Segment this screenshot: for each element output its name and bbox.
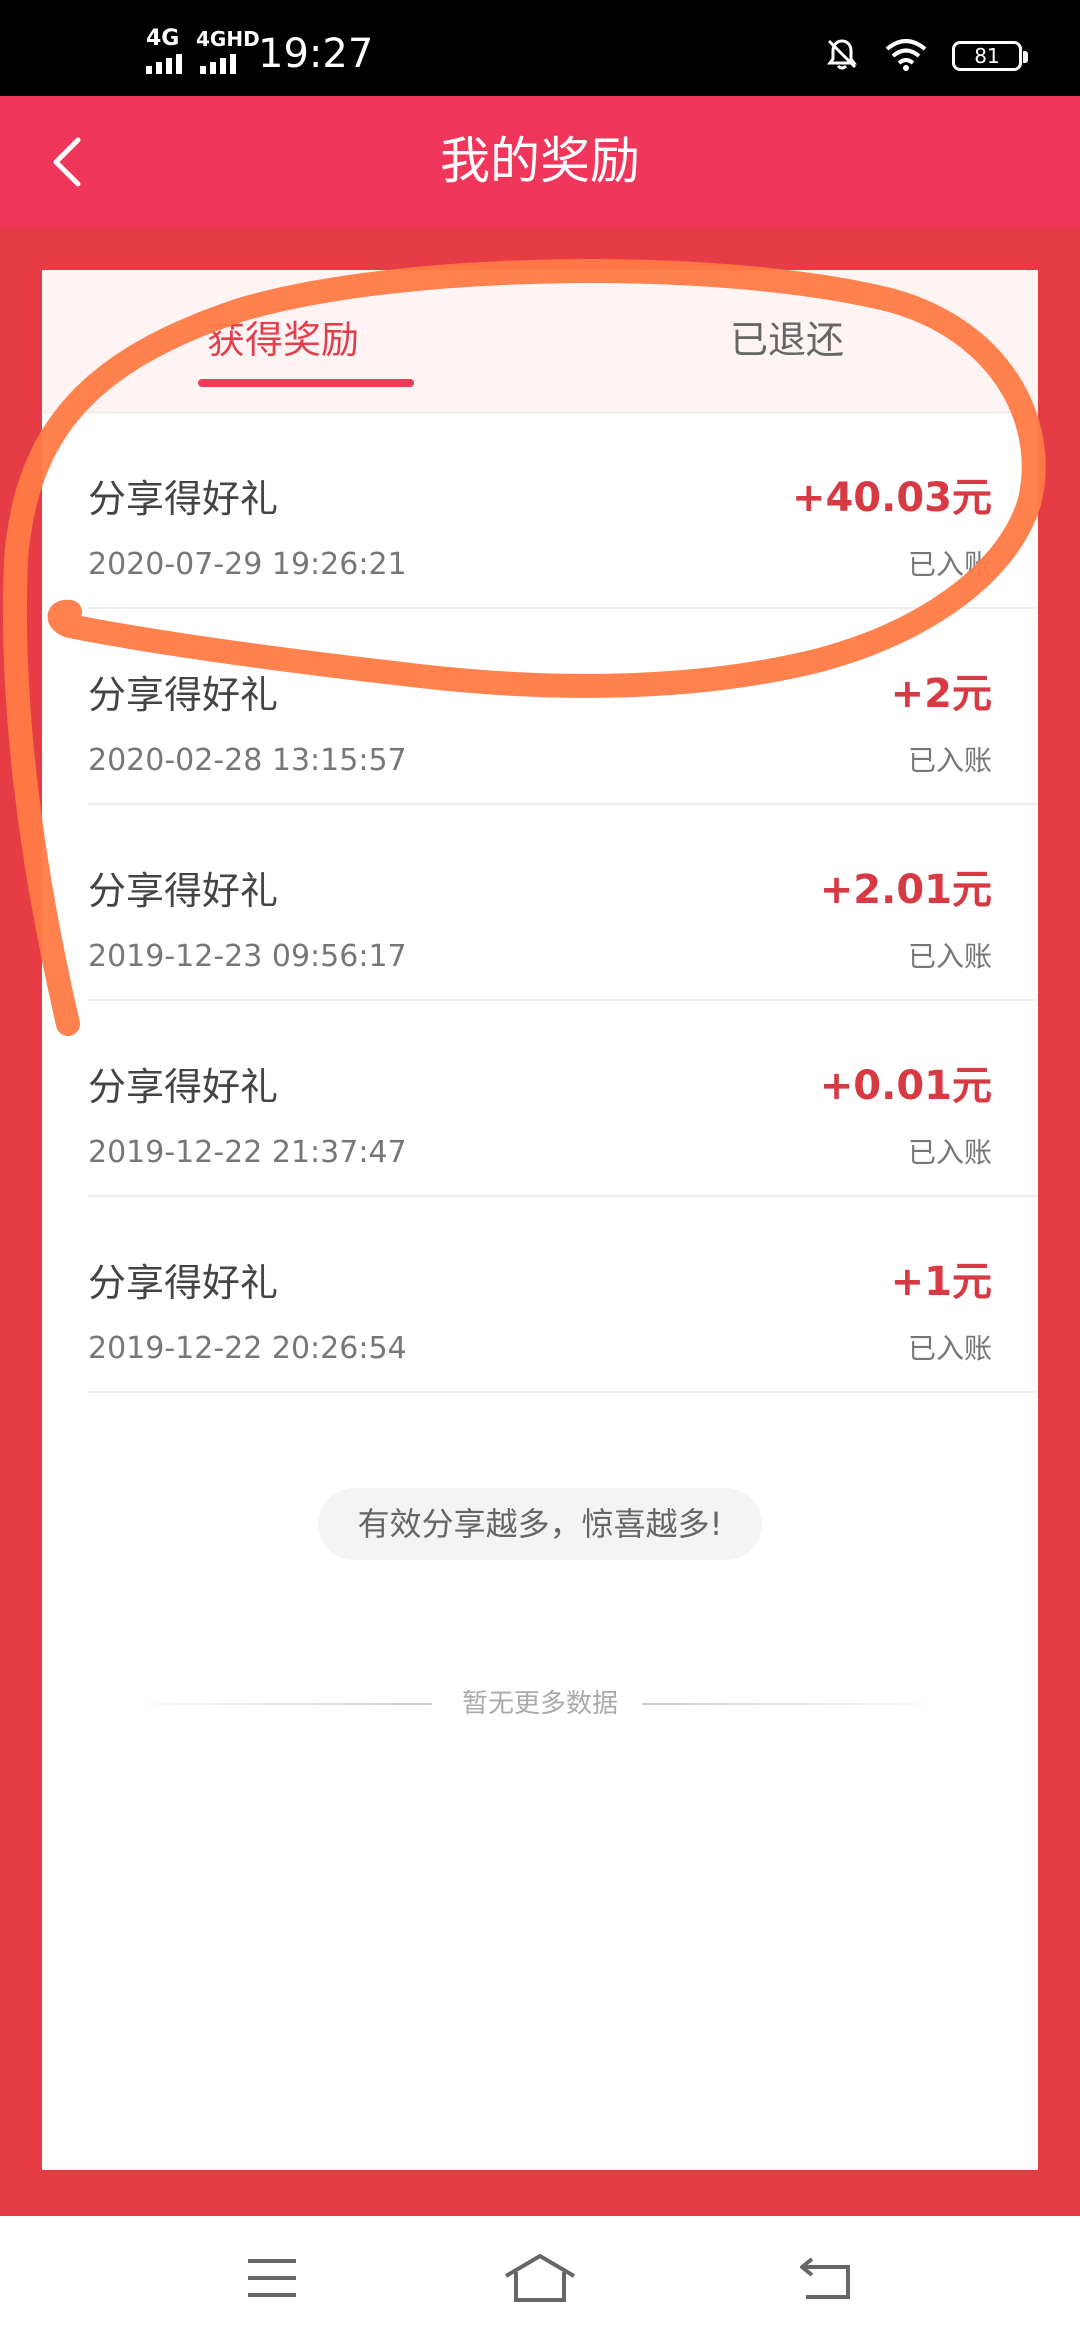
reward-amount: +2元 xyxy=(890,671,992,717)
reward-title: 分享得好礼 xyxy=(88,673,279,717)
reward-date: 2019-12-23 09:56:17 xyxy=(88,939,407,974)
list-item[interactable]: 分享得好礼 2020-02-28 13:15:57 +2元 已入账 xyxy=(88,609,1038,805)
tab-earned-rewards[interactable]: 获得奖励 xyxy=(207,310,359,370)
nav-back-button[interactable] xyxy=(776,2238,876,2318)
reward-amount: +40.03元 xyxy=(791,475,992,521)
list-item[interactable]: 分享得好礼 2019-12-22 20:26:54 +1元 已入账 xyxy=(88,1197,1038,1393)
reward-status: 已入账 xyxy=(907,1136,992,1169)
reward-date: 2019-12-22 20:26:54 xyxy=(88,1331,407,1366)
reward-title: 分享得好礼 xyxy=(88,1065,279,1109)
network-type-2: 4GHD xyxy=(196,27,260,51)
reward-date: 2019-12-22 21:37:47 xyxy=(88,1135,407,1170)
reward-status: 已入账 xyxy=(907,744,992,777)
return-icon xyxy=(800,2257,850,2299)
rewards-list: 分享得好礼 2020-07-29 19:26:21 +40.03元 已入账 分享… xyxy=(42,413,1038,1393)
reward-title: 分享得好礼 xyxy=(88,477,279,521)
network-type-1: 4G xyxy=(146,26,180,51)
system-navigation-bar xyxy=(0,2216,1080,2340)
reward-date: 2020-02-28 13:15:57 xyxy=(88,743,407,778)
status-bar: 4G 4GHD 19:27 81 xyxy=(0,0,1080,96)
tab-refunded[interactable]: 已退还 xyxy=(730,310,844,370)
reward-amount: +2.01元 xyxy=(819,867,992,913)
status-icons: 81 xyxy=(824,36,1028,76)
menu-button[interactable] xyxy=(222,2238,322,2318)
signal-bars-1-icon xyxy=(146,54,182,74)
page-title: 我的奖励 xyxy=(440,132,640,190)
no-more-data: 暂无更多数据 xyxy=(42,1684,1038,1724)
reward-status: 已入账 xyxy=(907,940,992,973)
menu-icon xyxy=(248,2259,296,2297)
reward-amount: +1元 xyxy=(890,1259,992,1305)
rewards-card: 获得奖励 已退还 分享得好礼 2020-07-29 19:26:21 +40.0… xyxy=(42,270,1038,2170)
home-button[interactable] xyxy=(490,2238,590,2318)
signal-bars-2-icon xyxy=(200,54,236,74)
reward-status: 已入账 xyxy=(907,548,992,581)
active-tab-indicator xyxy=(198,379,414,387)
home-icon xyxy=(504,2254,576,2302)
no-more-data-text: 暂无更多数据 xyxy=(461,1689,618,1719)
status-time: 19:27 xyxy=(258,31,374,77)
list-item[interactable]: 分享得好礼 2019-12-22 21:37:47 +0.01元 已入账 xyxy=(88,1001,1038,1197)
share-tip-badge: 有效分享越多，惊喜越多! xyxy=(318,1488,762,1560)
bell-off-icon xyxy=(824,36,860,76)
reward-status: 已入账 xyxy=(907,1332,992,1365)
reward-amount: +0.01元 xyxy=(819,1063,992,1109)
battery-icon: 81 xyxy=(952,41,1028,71)
list-item[interactable]: 分享得好礼 2019-12-23 09:56:17 +2.01元 已入账 xyxy=(88,805,1038,1001)
wifi-icon xyxy=(884,37,928,75)
app-header: 我的奖励 xyxy=(0,96,1080,228)
reward-title: 分享得好礼 xyxy=(88,869,279,913)
list-item[interactable]: 分享得好礼 2020-07-29 19:26:21 +40.03元 已入账 xyxy=(88,413,1038,609)
tab-bar: 获得奖励 已退还 xyxy=(42,270,1038,413)
reward-date: 2020-07-29 19:26:21 xyxy=(88,547,407,582)
reward-title: 分享得好礼 xyxy=(88,1261,279,1305)
